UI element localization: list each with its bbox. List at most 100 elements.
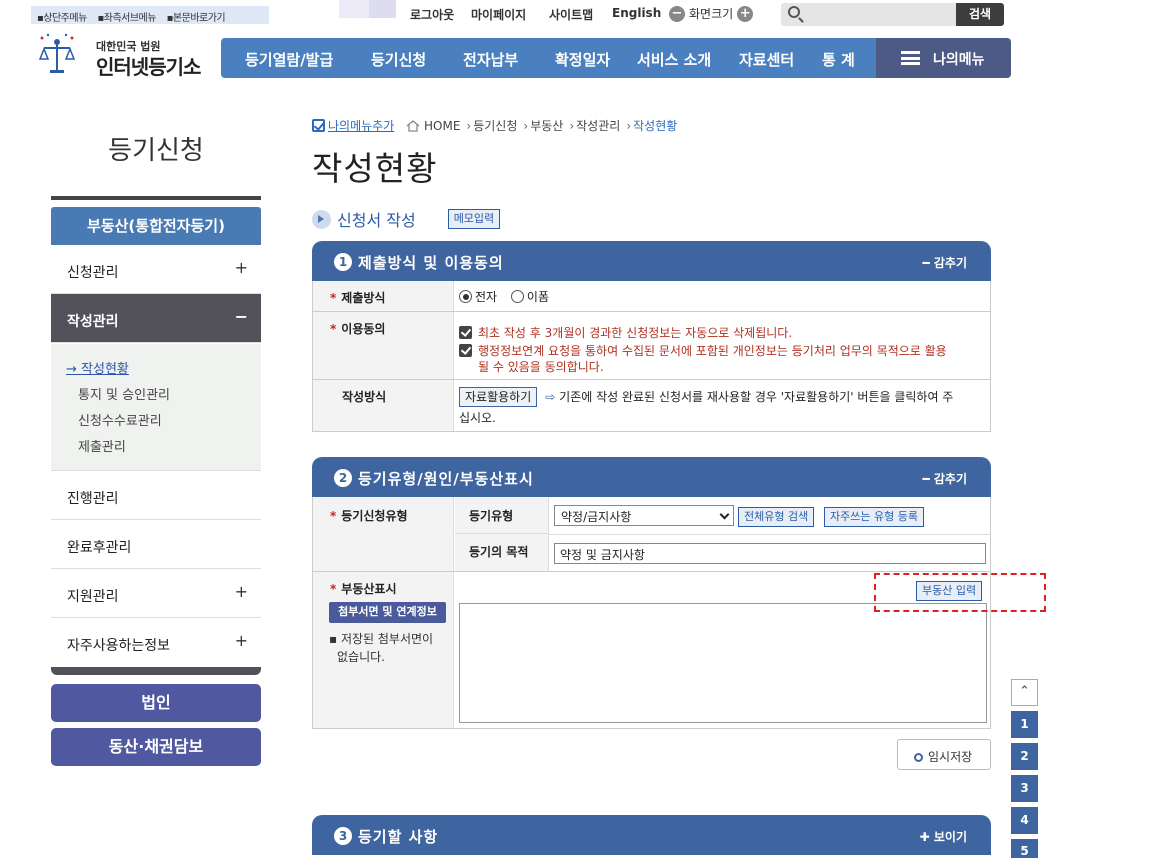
step-number: 1 xyxy=(334,253,352,271)
skip-link-side[interactable]: ▪좌측서브메뉴 xyxy=(97,13,159,24)
consent-checkbox-1[interactable]: 최초 작성 후 3개월이 경과한 신청정보는 자동으로 삭제됩니다. xyxy=(459,324,792,341)
collapse-toggle[interactable]: ━ 감추기 xyxy=(922,470,967,487)
panel-title: 등기할 사항 xyxy=(358,828,439,846)
sidebar-divider xyxy=(51,196,261,200)
nav-item[interactable]: 전자납부 xyxy=(463,49,518,70)
radio-eform[interactable]: 이폼 xyxy=(510,290,549,304)
header-decoration xyxy=(339,0,369,18)
arrow-right-icon: ⇨ xyxy=(545,390,556,404)
purpose-field[interactable]: 약정 및 금지사항 xyxy=(554,543,986,564)
radio-electronic[interactable]: 전자 xyxy=(459,290,497,304)
quick-nav-4[interactable]: 4 xyxy=(1011,807,1038,834)
consent-row: * 이용동의 최초 작성 후 3개월이 경과한 신청정보는 자동으로 삭제됩니다.… xyxy=(312,312,991,380)
breadcrumb-current: 작성현황 xyxy=(633,119,678,133)
nav-item[interactable]: 등기신청 xyxy=(371,49,426,70)
nav-item[interactable]: 자료센터 xyxy=(739,49,794,70)
corporation-button[interactable]: 법인 xyxy=(51,684,261,722)
skip-link-main[interactable]: ▪상단주메뉴 xyxy=(37,13,91,24)
section-title: 신청서 작성 xyxy=(337,211,416,230)
home-icon xyxy=(406,119,420,132)
memo-button[interactable]: 메모입력 xyxy=(447,209,501,229)
english-link[interactable]: English xyxy=(612,6,661,20)
breadcrumb: HOME › 등기신청 › 부동산 › 작성관리 › 작성현황 xyxy=(406,117,677,134)
scroll-top-button[interactable]: ⌃ xyxy=(1011,679,1038,706)
my-menu-button[interactable]: 나의메뉴 xyxy=(876,38,1011,78)
page-title: 작성현황 xyxy=(312,149,438,188)
minus-icon: − xyxy=(234,307,248,326)
quick-nav-5[interactable]: 5 xyxy=(1011,839,1038,858)
plus-icon: + xyxy=(234,258,248,277)
arrow-right-icon xyxy=(312,209,331,229)
breadcrumb-item[interactable]: 부동산 xyxy=(530,117,563,134)
breadcrumb-item[interactable]: HOME xyxy=(424,119,460,133)
nav-item[interactable]: 등기열람/발급 xyxy=(245,49,333,70)
breadcrumb-item[interactable]: 작성관리 xyxy=(576,117,620,134)
reuse-data-button[interactable]: 자료활용하기 xyxy=(459,387,538,407)
mypage-link[interactable]: 마이페이지 xyxy=(471,6,526,23)
panel-submission: 1 제출방식 및 이용동의 ━ 감추기 xyxy=(312,241,991,281)
method-row: 작성방식 자료활용하기 ⇨ 기존에 작성 완료된 신청서를 재사용할 경우 '자료… xyxy=(312,380,991,432)
checkbox-icon xyxy=(312,119,325,132)
sidebar-title: 등기신청 xyxy=(108,136,204,166)
consent-text-2b: 될 수 있음을 동의합니다. xyxy=(478,360,604,374)
step-number: 3 xyxy=(334,827,352,845)
plus-icon: + xyxy=(234,631,248,650)
sitemap-link[interactable]: 사이트맵 xyxy=(549,6,593,23)
collapse-toggle[interactable]: ━ 감추기 xyxy=(922,254,967,271)
sidebar-sub-submit[interactable]: 제출관리 xyxy=(78,436,126,455)
quick-nav-2[interactable]: 2 xyxy=(1011,743,1038,770)
sidebar-item-apply[interactable]: 신청관리 + xyxy=(51,245,261,294)
font-size-label: 화면크기 xyxy=(689,7,734,21)
sidebar-sub-status[interactable]: → 작성현황 xyxy=(66,358,129,377)
sidebar-item-support[interactable]: 지원관리 + xyxy=(51,569,261,618)
breadcrumb-item[interactable]: 등기신청 xyxy=(473,117,517,134)
sidebar-submenu: → 작성현황 통지 및 승인관리 신청수수료관리 제출관리 xyxy=(51,344,261,471)
header-decoration xyxy=(369,0,396,18)
quick-nav-1[interactable]: 1 xyxy=(1011,711,1038,738)
zoom-in-icon[interactable]: + xyxy=(737,5,754,22)
add-my-menu-link[interactable]: 나의메뉴추가 xyxy=(312,117,394,134)
zoom-out-icon[interactable]: − xyxy=(669,5,685,22)
circle-icon xyxy=(914,753,923,762)
registration-type-row: * 등기신청유형 등기유형 약정/금지사항 전체유형 검색 자주쓰는 유형 등록 … xyxy=(312,497,991,572)
nav-item[interactable]: 서비스 소개 xyxy=(637,49,711,70)
plus-icon: + xyxy=(234,582,248,601)
court-emblem-icon xyxy=(38,33,76,73)
sidebar-item-write[interactable]: 작성관리 − xyxy=(51,294,261,343)
nav-item[interactable]: 통 계 xyxy=(822,49,855,70)
movable-property-button[interactable]: 동산·채권담보 xyxy=(51,728,261,766)
panel-registration-items: 3 등기할 사항 ✚ 보이기 xyxy=(312,815,991,855)
expand-toggle[interactable]: ✚ 보이기 xyxy=(920,828,967,845)
nav-item[interactable]: 확정일자 xyxy=(555,49,610,70)
font-size-control: − 화면크기 + xyxy=(669,5,754,22)
sidebar-item-favorites[interactable]: 자주사용하는정보 + xyxy=(51,618,261,667)
quick-nav-3[interactable]: 3 xyxy=(1011,775,1038,802)
property-list-area[interactable] xyxy=(459,603,987,723)
submit-method-row: * 제출방식 전자 이폼 xyxy=(312,281,991,312)
panel-title: 제출방식 및 이용동의 xyxy=(358,254,504,272)
register-favorite-type-button[interactable]: 자주쓰는 유형 등록 xyxy=(824,507,924,527)
consent-checkbox-2[interactable]: 행정정보연계 요청을 통하여 수집된 문서에 포함된 개인정보는 등기처리 업무… xyxy=(459,342,947,359)
sidebar-head[interactable]: 부동산(통합전자등기) xyxy=(51,207,261,245)
kind-label: 등기유형 xyxy=(455,497,549,534)
main-nav: 등기열람/발급 등기신청 전자납부 확정일자 서비스 소개 자료센터 통 계 xyxy=(221,38,876,78)
sidebar-item-complete[interactable]: 완료후관리 xyxy=(51,520,261,569)
sidebar-sub-fee[interactable]: 신청수수료관리 xyxy=(78,410,162,429)
logout-link[interactable]: 로그아웃 xyxy=(410,6,454,23)
panel-title: 등기유형/원인/부동산표시 xyxy=(358,470,534,488)
search-input[interactable] xyxy=(781,3,956,26)
registration-kind-select[interactable]: 약정/금지사항 xyxy=(554,505,734,526)
temp-save-button[interactable]: 임시저장 xyxy=(897,739,991,770)
sidebar-sub-notice[interactable]: 통지 및 승인관리 xyxy=(78,384,170,403)
skip-link-content[interactable]: ▪본문바로가기 xyxy=(167,13,229,24)
sidebar-item-progress[interactable]: 진행관리 xyxy=(51,471,261,520)
skip-links: ▪상단주메뉴 ▪좌측서브메뉴 ▪본문바로가기 xyxy=(31,6,269,24)
panel-registration-type: 2 등기유형/원인/부동산표시 ━ 감추기 xyxy=(312,457,991,497)
attachments-button[interactable]: 첨부서면 및 연계정보 xyxy=(329,602,446,623)
search-button[interactable]: 검색 xyxy=(956,3,1004,26)
search-all-types-button[interactable]: 전체유형 검색 xyxy=(738,507,815,527)
highlight-box xyxy=(874,573,1046,612)
chevron-down-icon xyxy=(719,509,730,520)
step-number: 2 xyxy=(334,469,352,487)
logo-title[interactable]: 인터넷등기소 xyxy=(96,51,201,80)
